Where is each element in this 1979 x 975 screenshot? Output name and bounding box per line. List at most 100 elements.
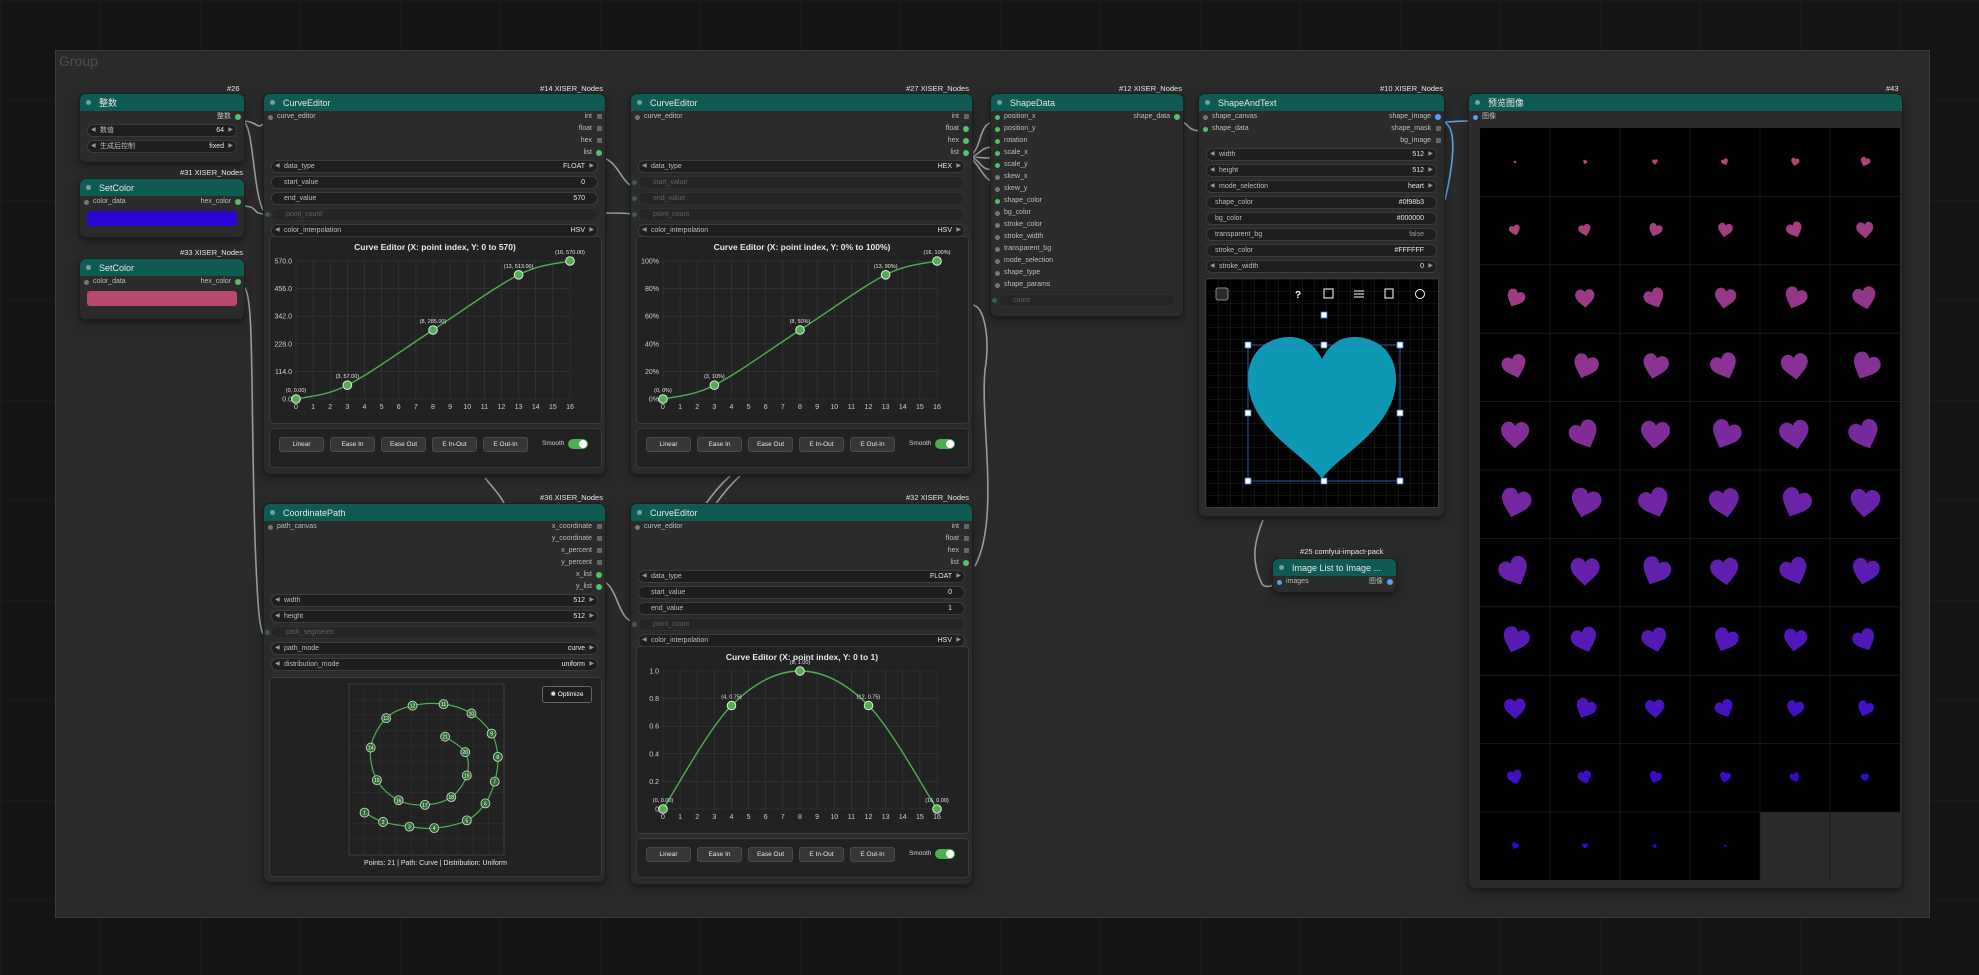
collapse-dot-icon[interactable]	[86, 265, 91, 270]
count-widget[interactable]: count	[992, 294, 1176, 307]
input-socket[interactable]	[1203, 115, 1208, 120]
arrow-left-icon[interactable]: ◀	[642, 635, 647, 646]
width-widget[interactable]: ◀ width 512 ▶	[271, 594, 598, 607]
output-socket[interactable]	[1387, 579, 1393, 585]
control-point[interactable]	[428, 325, 438, 335]
input-socket[interactable]	[1277, 580, 1282, 585]
curve-chart-panel[interactable]: Curve Editor (X: point index, Y: 0 to 57…	[269, 236, 602, 424]
end-value-widget[interactable]: end_value 570	[271, 192, 598, 205]
arrow-right-icon[interactable]: ▶	[589, 611, 594, 622]
control-point[interactable]	[658, 804, 668, 814]
input-socket[interactable]	[995, 187, 1000, 192]
input-socket[interactable]	[995, 175, 1000, 180]
input-socket[interactable]	[995, 259, 1000, 264]
ease-in-out-button[interactable]: E In-Out	[799, 437, 844, 452]
ease-out-button[interactable]: Ease Out	[381, 437, 426, 452]
output-socket[interactable]	[964, 548, 969, 553]
distribution-mode-widget[interactable]: ◀ distribution_mode uniform ▶	[271, 658, 598, 671]
arrow-right-icon[interactable]: ▶	[1428, 165, 1433, 176]
stroke-color-widget[interactable]: stroke_color #FFFFFF	[1206, 244, 1437, 257]
arrow-right-icon[interactable]: ▶	[956, 635, 961, 646]
color-swatch[interactable]	[87, 291, 237, 306]
arrow-left-icon[interactable]: ◀	[275, 161, 280, 172]
int-node[interactable]: 整数 整数 ◀ 数值 64 ▶ ◀ 生成后控制 fixed ▶	[80, 94, 244, 162]
collapse-dot-icon[interactable]	[1279, 565, 1284, 570]
curve-chart-panel[interactable]: Curve Editor (X: point index, Y: 0 to 1)…	[636, 646, 969, 834]
arrow-right-icon[interactable]: ▶	[1428, 261, 1433, 272]
collapse-dot-icon[interactable]	[270, 100, 275, 105]
output-socket[interactable]	[963, 560, 969, 566]
output-socket[interactable]	[1436, 126, 1441, 131]
control-point[interactable]	[932, 256, 942, 266]
linear-button[interactable]: Linear	[279, 437, 324, 452]
data-type-widget[interactable]: ◀ data_type FLOAT ▶	[271, 160, 598, 173]
smooth-toggle[interactable]	[568, 439, 588, 449]
transparent-bg-widget[interactable]: transparent_bg false	[1206, 228, 1437, 241]
arrow-right-icon[interactable]: ▶	[956, 571, 961, 582]
input-socket[interactable]	[995, 271, 1000, 276]
input-socket[interactable]	[995, 139, 1000, 144]
output-socket[interactable]	[964, 114, 969, 119]
shapedata-node[interactable]: ShapeData position_x shape_data position_…	[991, 94, 1183, 316]
width-widget[interactable]: ◀ width 512 ▶	[1206, 148, 1437, 161]
output-socket[interactable]	[1174, 114, 1180, 120]
control-point[interactable]	[565, 256, 575, 266]
arrow-left-icon[interactable]: ◀	[275, 225, 280, 236]
output-socket[interactable]	[963, 126, 969, 132]
input-socket[interactable]	[995, 199, 1000, 204]
arrow-left-icon[interactable]: ◀	[642, 161, 647, 172]
curve-chart-panel[interactable]: Curve Editor (X: point index, Y: 0% to 1…	[636, 236, 969, 424]
start-value-widget[interactable]: start_value 0	[638, 586, 965, 599]
shapeandtext-node[interactable]: ShapeAndText shape_canvas shape_image sha…	[1199, 94, 1444, 516]
shape-color-widget[interactable]: shape_color #0f98b3	[1206, 196, 1437, 209]
input-socket[interactable]	[1203, 127, 1208, 132]
ease-out-button[interactable]: Ease Out	[748, 847, 793, 862]
control-point[interactable]	[513, 270, 524, 280]
data-type-widget[interactable]: ◀ data_type HEX ▶	[638, 160, 965, 173]
collapse-dot-icon[interactable]	[1205, 100, 1210, 105]
shape-canvas[interactable]: ?	[1205, 278, 1439, 508]
help-icon[interactable]: ?	[1295, 290, 1301, 301]
output-socket[interactable]	[597, 126, 602, 131]
input-socket[interactable]	[995, 151, 1000, 156]
control-point[interactable]	[795, 666, 805, 676]
input-socket[interactable]	[995, 115, 1000, 120]
output-socket[interactable]	[1435, 114, 1441, 120]
arrow-right-icon[interactable]: ▶	[1428, 149, 1433, 160]
output-socket[interactable]	[963, 150, 969, 156]
arrow-left-icon[interactable]: ◀	[1210, 149, 1215, 160]
arrow-right-icon[interactable]: ▶	[589, 659, 594, 670]
fit-icon[interactable]	[1215, 287, 1229, 301]
output-socket[interactable]	[597, 548, 602, 553]
input-socket[interactable]	[995, 223, 1000, 228]
data-type-widget[interactable]: ◀ data_type FLOAT ▶	[638, 570, 965, 583]
output-socket[interactable]	[964, 524, 969, 529]
arrow-right-icon[interactable]: ▶	[589, 161, 594, 172]
output-socket[interactable]	[1436, 138, 1441, 143]
height-widget[interactable]: ◀ height 512 ▶	[271, 610, 598, 623]
output-socket[interactable]	[235, 279, 241, 285]
preview-grid[interactable]	[1480, 128, 1900, 880]
output-socket[interactable]	[235, 199, 241, 205]
point-count-widget[interactable]: point_count	[632, 618, 965, 631]
arrow-left-icon[interactable]: ◀	[275, 595, 280, 606]
curve-chart[interactable]: Curve Editor (X: point index, Y: 0 to 57…	[270, 237, 601, 423]
shape-canvas-svg[interactable]: ?	[1206, 279, 1438, 507]
arrow-right-icon[interactable]: ▶	[1428, 181, 1433, 192]
arrow-right-icon[interactable]: ▶	[589, 225, 594, 236]
input-socket[interactable]	[635, 115, 640, 120]
control-point[interactable]	[880, 270, 891, 280]
input-socket[interactable]	[995, 235, 1000, 240]
control-point[interactable]	[863, 700, 874, 711]
output-socket[interactable]	[235, 114, 241, 120]
curve-chart[interactable]: Curve Editor (X: point index, Y: 0 to 1)…	[637, 647, 968, 833]
output-socket[interactable]	[597, 560, 602, 565]
input-socket[interactable]	[995, 163, 1000, 168]
input-socket[interactable]	[84, 280, 89, 285]
ease-in-out-button[interactable]: E In-Out	[432, 437, 477, 452]
height-widget[interactable]: ◀ height 512 ▶	[1206, 164, 1437, 177]
color-swatch[interactable]	[87, 211, 237, 226]
output-socket[interactable]	[597, 536, 602, 541]
control-point[interactable]	[709, 380, 720, 390]
arrow-left-icon[interactable]: ◀	[275, 611, 280, 622]
